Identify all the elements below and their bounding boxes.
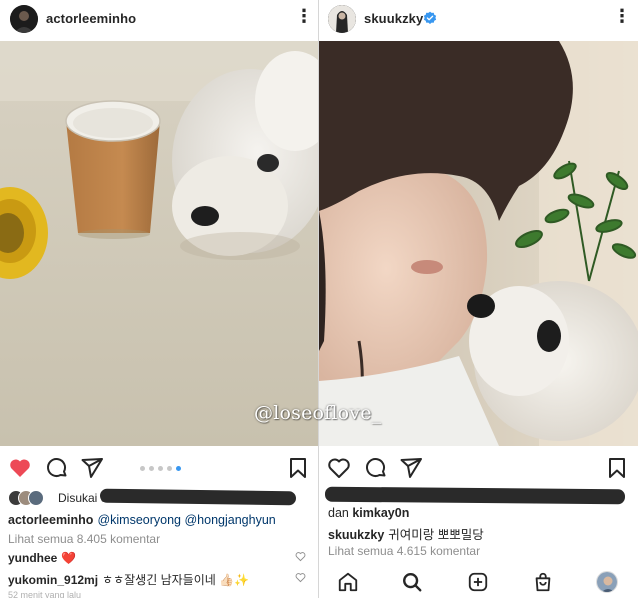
carousel-dot-active xyxy=(176,466,181,471)
post-timestamp: 52 menit yang lalu xyxy=(8,590,82,598)
likes-prefix: dan xyxy=(328,506,349,520)
post-header: skuukzky ⋮ xyxy=(319,0,638,40)
redaction-scribble xyxy=(324,486,626,505)
caption-username[interactable]: skuukzky xyxy=(328,528,384,542)
caption: actorleeminho @kimseoryong @hongjanghyun xyxy=(8,513,276,527)
avatar[interactable] xyxy=(328,5,356,33)
comment-username[interactable]: yundhee xyxy=(8,551,57,565)
caption-text: 귀여미랑 뽀뽀밀당 xyxy=(388,528,484,542)
home-icon[interactable] xyxy=(337,571,359,593)
caption-username[interactable]: actorleeminho xyxy=(8,513,93,527)
likes-row: Disukai oleh xyxy=(0,487,318,509)
post-image[interactable] xyxy=(319,41,638,446)
mention-link[interactable]: @hongjanghyun xyxy=(184,513,275,527)
comment-text: ❤️ xyxy=(61,551,77,565)
avatar[interactable] xyxy=(10,5,38,33)
liker-avatars[interactable] xyxy=(8,490,52,506)
bottom-nav xyxy=(319,565,638,598)
comment-item: yundhee ❤️ xyxy=(8,551,76,565)
comment-icon[interactable] xyxy=(45,456,69,480)
comment-username[interactable]: yukomin_912mj xyxy=(8,573,98,587)
mention-link[interactable]: @kimseoryong xyxy=(97,513,181,527)
post-header: actorleeminho ⋮ xyxy=(0,0,318,40)
comment-icon[interactable] xyxy=(364,456,388,480)
post-image[interactable] xyxy=(0,41,318,446)
bookmark-icon[interactable] xyxy=(605,456,629,480)
shop-icon[interactable] xyxy=(532,571,554,593)
action-row xyxy=(319,452,638,482)
share-icon[interactable] xyxy=(80,456,104,480)
heart-filled-icon[interactable] xyxy=(8,456,32,480)
post-username[interactable]: actorleeminho xyxy=(46,11,136,26)
comment-heart-icon[interactable] xyxy=(295,551,306,562)
caption: skuukzky 귀여미랑 뽀뽀밀당 xyxy=(328,524,484,543)
carousel-dot xyxy=(167,466,172,471)
share-icon[interactable] xyxy=(399,456,423,480)
carousel-dot xyxy=(158,466,163,471)
carousel-indicator xyxy=(140,466,181,472)
verified-badge-icon xyxy=(423,11,437,24)
more-options-icon[interactable]: ⋮ xyxy=(613,7,631,28)
post-right: skuukzky ⋮ dan kimkay0n skuukzky 귀여미랑 뽀뽀… xyxy=(319,0,638,598)
comment-text: ㅎㅎ잘생긴 남자들이네 👍🏻✨ xyxy=(102,573,249,587)
carousel-dot xyxy=(140,466,145,471)
liker-username[interactable]: kimkay0n xyxy=(352,506,409,520)
likes-text: dan kimkay0n xyxy=(328,506,413,520)
heart-icon[interactable] xyxy=(327,456,351,480)
more-options-icon[interactable]: ⋮ xyxy=(295,7,313,28)
carousel-dot xyxy=(149,466,154,471)
view-all-comments[interactable]: Lihat semua 8.405 komentar xyxy=(8,532,160,546)
post-left: actorleeminho ⋮ Disukai oleh actorleemin… xyxy=(0,0,318,598)
bookmark-icon[interactable] xyxy=(286,456,310,480)
redaction-scribble xyxy=(99,488,297,506)
search-icon[interactable] xyxy=(401,571,423,593)
comment-item: yukomin_912mj ㅎㅎ잘생긴 남자들이네 👍🏻✨ xyxy=(8,571,249,588)
view-all-comments[interactable]: Lihat semua 4.615 komentar xyxy=(328,544,480,558)
action-row xyxy=(0,452,318,482)
profile-avatar[interactable] xyxy=(596,571,618,593)
watermark: @loseoflove_ xyxy=(254,402,382,424)
new-post-icon[interactable] xyxy=(467,571,489,593)
comment-heart-icon[interactable] xyxy=(295,572,306,583)
post-username[interactable]: skuukzky xyxy=(364,11,423,26)
